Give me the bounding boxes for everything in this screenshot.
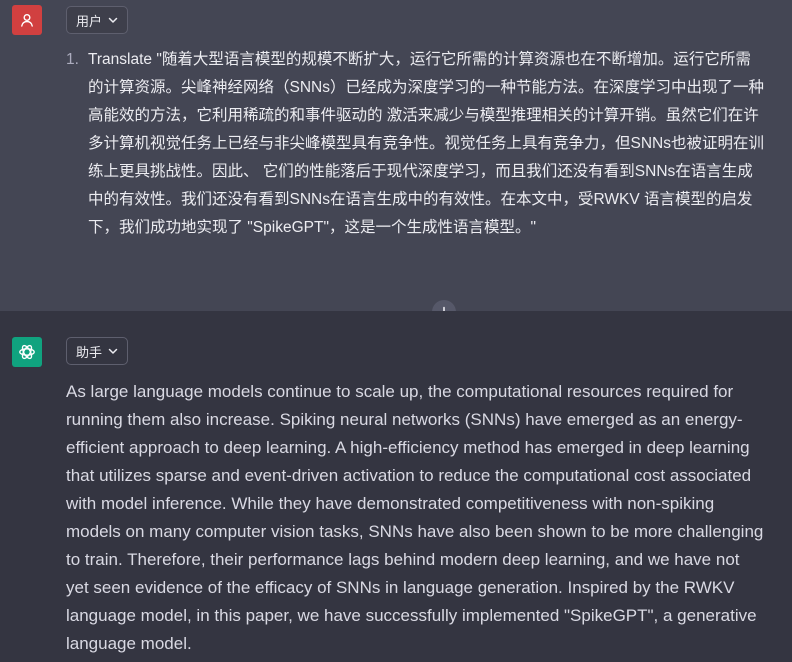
user-role-dropdown[interactable]: 用户 — [66, 6, 129, 34]
openai-logo-icon — [19, 344, 35, 360]
assistant-avatar — [12, 337, 42, 367]
chevron-down-icon — [108, 348, 118, 354]
list-item-text: Translate "随着大型语言模型的规模不断扩大，运行它所需的计算资源也在不… — [88, 51, 764, 236]
assistant-message-text: As large language models continue to sca… — [66, 382, 764, 653]
user-message-block: 用户 1. Translate "随着大型语言模型的规模不断扩大，运行它所需的计… — [0, 0, 792, 311]
user-avatar — [12, 5, 42, 35]
user-role-label: 用户 — [76, 13, 103, 29]
user-message-list: 1. Translate "随着大型语言模型的规模不断扩大，运行它所需的计算资源… — [66, 46, 766, 242]
assistant-role-label: 助手 — [76, 344, 103, 360]
list-item: 1. Translate "随着大型语言模型的规模不断扩大，运行它所需的计算资源… — [66, 46, 766, 242]
list-item-number: 1. — [66, 51, 79, 68]
assistant-role-dropdown[interactable]: 助手 — [66, 337, 129, 365]
chevron-down-icon — [108, 17, 118, 23]
person-icon — [21, 14, 33, 27]
